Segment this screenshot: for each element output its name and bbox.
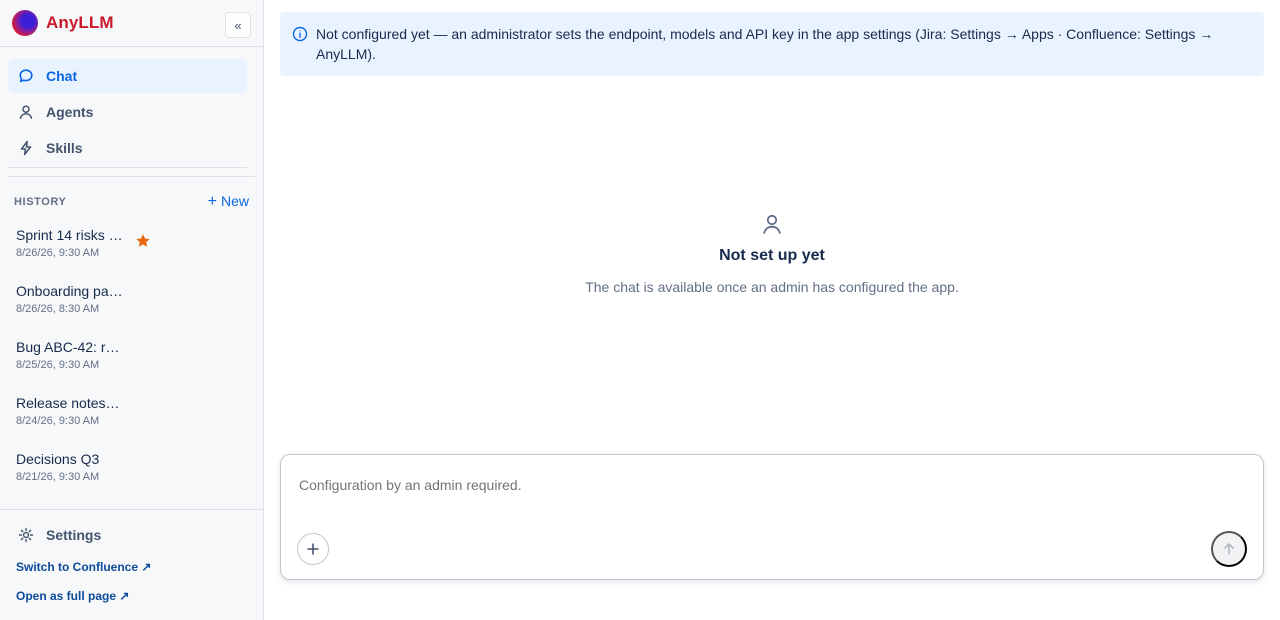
history-list: Sprint 14 risks … 8/26/26, 9:30 AM Onboa… (0, 219, 263, 509)
person-icon (763, 214, 781, 234)
new-chat-button[interactable]: + New (208, 193, 249, 211)
switch-to-confluence-link[interactable]: Switch to Confluence ↗ (16, 560, 247, 574)
history-item-date: 8/26/26, 8:30 AM (16, 303, 100, 315)
sidebar-footer: Settings Switch to Confluence ↗ Open as … (0, 509, 263, 620)
empty-state-description: The chat is available once an admin has … (585, 279, 959, 295)
gear-icon (18, 527, 34, 543)
nav-item-agents[interactable]: Agents (8, 95, 247, 129)
history-item-title: Onboarding pa… (16, 283, 123, 299)
arrow-up-icon (1224, 543, 1234, 555)
history-item[interactable]: Bug ABC-42: r… 8/25/26, 9:30 AM (0, 331, 263, 387)
nav-item-label: Skills (46, 140, 83, 156)
open-full-page-link[interactable]: Open as full page ↗ (16, 589, 247, 603)
send-button[interactable] (1211, 531, 1247, 567)
plus-icon: + (207, 193, 217, 210)
chat-bubble-icon (19, 69, 33, 83)
empty-state-title: Not set up yet (719, 247, 825, 264)
main-nav: Chat Agents Skills (8, 47, 255, 177)
sidebar: AnyLLM « Chat Agents Skills HISTORY + Ne… (0, 0, 264, 620)
add-attachment-button[interactable] (297, 533, 329, 565)
history-item-date: 8/21/26, 9:30 AM (16, 471, 100, 483)
settings-button[interactable]: Settings (18, 522, 247, 548)
nav-item-label: Agents (46, 104, 94, 120)
main-panel: Not configured yet — an administrator se… (264, 0, 1280, 620)
nav-item-label: Chat (46, 68, 78, 84)
lightning-icon (20, 140, 32, 156)
brand-header: AnyLLM « (0, 0, 263, 47)
empty-state: Not set up yet The chat is available onc… (264, 212, 1280, 295)
star-icon[interactable] (135, 233, 151, 249)
app-root: AnyLLM « Chat Agents Skills HISTORY + Ne… (0, 0, 1280, 620)
history-item[interactable]: Onboarding pa… 8/26/26, 8:30 AM (0, 275, 263, 331)
message-composer (280, 454, 1264, 580)
collapse-sidebar-button[interactable]: « (225, 12, 251, 38)
history-item-date: 8/25/26, 9:30 AM (16, 359, 100, 371)
history-header: HISTORY + New (0, 177, 263, 219)
history-item-date: 8/24/26, 9:30 AM (16, 415, 100, 427)
history-item-title: Sprint 14 risks … (16, 227, 123, 243)
anyllm-logo (12, 10, 38, 36)
settings-label: Settings (46, 527, 102, 543)
history-item[interactable]: Release notes… 8/24/26, 9:30 AM (0, 387, 263, 443)
message-input[interactable] (299, 477, 1245, 493)
nav-item-chat[interactable]: Chat (8, 59, 247, 93)
info-icon (292, 26, 308, 42)
banner-text: Not configured yet — an administrator se… (316, 26, 1214, 62)
plus-icon (307, 543, 319, 555)
person-icon (19, 105, 33, 119)
history-item-title: Decisions Q3 (16, 451, 100, 467)
history-title: HISTORY (14, 196, 67, 208)
history-item-title: Release notes… (16, 395, 120, 411)
new-chat-label: New (220, 193, 249, 209)
config-warning-banner: Not configured yet — an administrator se… (280, 12, 1264, 76)
history-item-title: Bug ABC-42: r… (16, 339, 120, 355)
history-item[interactable]: Sprint 14 risks … 8/26/26, 9:30 AM (0, 219, 263, 275)
brand-name: AnyLLM (46, 13, 114, 32)
history-item-date: 8/26/26, 9:30 AM (16, 247, 100, 259)
history-item[interactable]: Decisions Q3 8/21/26, 9:30 AM (0, 443, 263, 499)
nav-item-skills[interactable]: Skills (8, 131, 247, 165)
